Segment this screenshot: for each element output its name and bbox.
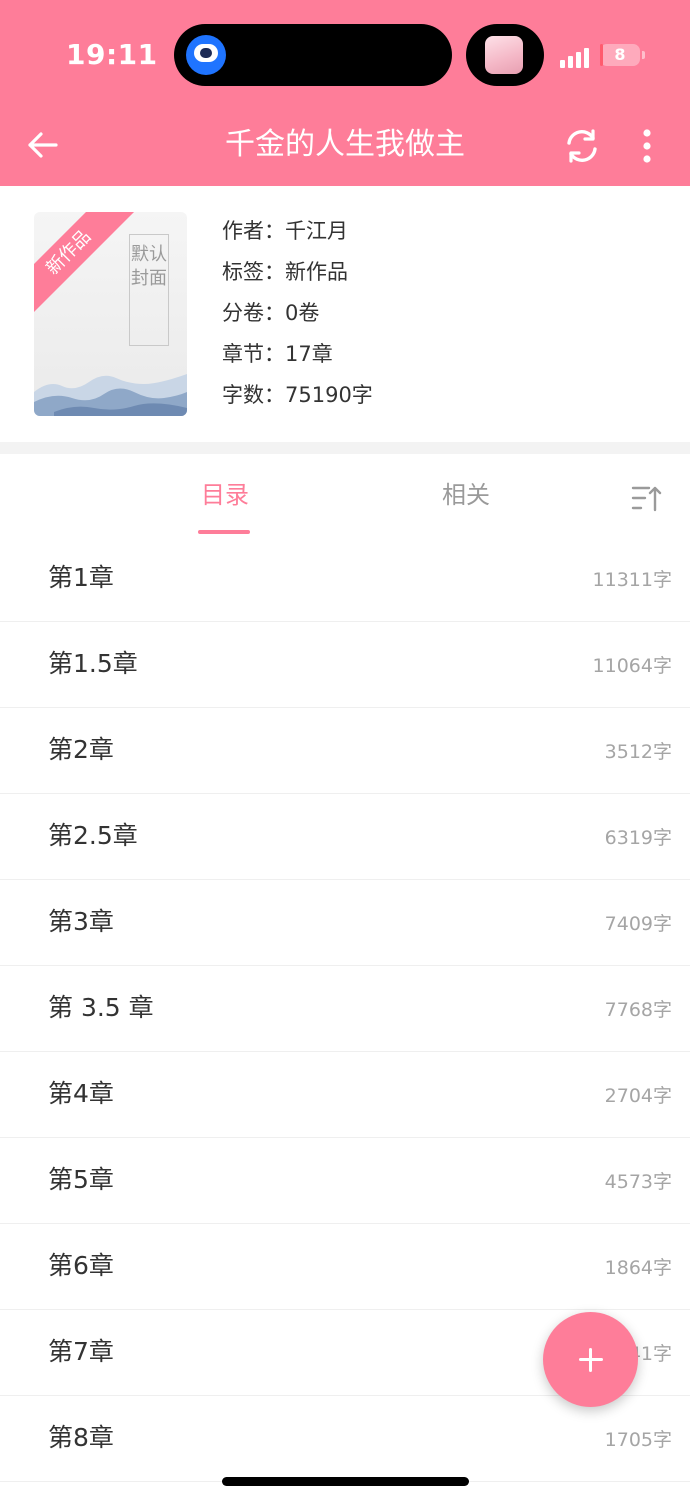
status-time: 19:11	[66, 38, 158, 71]
book-cover[interactable]: 新作品 默认封面	[34, 212, 187, 416]
cover-placeholder-text: 默认封面	[129, 234, 169, 346]
sort-icon	[631, 486, 662, 512]
chapter-title: 第4章	[48, 1079, 114, 1108]
chapter-title: 第3章	[48, 907, 114, 936]
back-arrow-icon	[28, 132, 58, 158]
chapter-row[interactable]: 第5章 4573字	[0, 1138, 690, 1224]
chapter-word-count: 1864字	[604, 1257, 672, 1279]
mountain-illustration	[34, 374, 187, 416]
chapter-word-count: 2704字	[604, 1085, 672, 1107]
chapter-row[interactable]: 第1章 11311字	[0, 536, 690, 622]
book-author: 作者：千江月	[222, 219, 348, 243]
chapter-title: 第7章	[48, 1337, 114, 1366]
chapter-row[interactable]: 第6章 1864字	[0, 1224, 690, 1310]
book-volumes: 分卷：0卷	[222, 301, 320, 325]
chapter-word-count: 4573字	[604, 1171, 672, 1193]
chapter-word-count: 11064字	[592, 655, 672, 677]
dynamic-island-activity[interactable]	[466, 24, 544, 86]
chapter-title: 第5章	[48, 1165, 114, 1194]
tab-related[interactable]: 相关	[411, 478, 521, 512]
chapter-title: 第 3.5 章	[48, 993, 154, 1022]
more-vertical-icon	[643, 129, 651, 163]
more-button[interactable]	[630, 124, 664, 168]
chapter-title: 第2.5章	[48, 821, 138, 850]
signal-icon	[560, 46, 594, 68]
chapter-title: 第1.5章	[48, 649, 138, 678]
section-divider	[0, 442, 690, 454]
app-thumbnail-icon	[485, 36, 523, 74]
refresh-button[interactable]	[560, 124, 604, 168]
tab-bar: 目录 相关	[0, 454, 690, 537]
tab-catalog[interactable]: 目录	[170, 478, 280, 512]
chapter-word-count: 3512字	[604, 741, 672, 763]
dynamic-island[interactable]	[174, 24, 452, 86]
chapter-row[interactable]: 第4章 2704字	[0, 1052, 690, 1138]
book-info-section: 新作品 默认封面 作者：千江月 标签：新作品 分卷：0卷 章节：17章 字数：7…	[0, 186, 690, 442]
chapter-row[interactable]: 第3章 7409字	[0, 880, 690, 966]
tab-active-indicator	[198, 530, 250, 534]
chapter-row[interactable]: 第2.5章 6319字	[0, 794, 690, 880]
add-chapter-button[interactable]	[543, 1312, 638, 1407]
refresh-icon	[567, 129, 597, 163]
chapter-title: 第2章	[48, 735, 114, 764]
app-assistant-icon[interactable]	[186, 35, 226, 75]
home-indicator[interactable]	[222, 1477, 469, 1486]
battery-level: 8	[614, 45, 626, 64]
chapter-row[interactable]: 第2章 3512字	[0, 708, 690, 794]
battery-tip	[642, 51, 645, 59]
chapter-row[interactable]: 第8章 1705字	[0, 1396, 690, 1482]
chapter-word-count: 11311字	[592, 569, 672, 591]
app-header: 19:11 8 千金的人生我做主	[0, 0, 690, 186]
back-button[interactable]	[22, 124, 64, 166]
chapter-row[interactable]: 第1.5章 11064字	[0, 622, 690, 708]
book-chapters: 章节：17章	[222, 342, 333, 366]
chapter-title: 第1章	[48, 563, 114, 592]
chapter-word-count: 1705字	[604, 1429, 672, 1451]
sort-button[interactable]	[628, 484, 664, 514]
chapter-word-count: 7409字	[604, 913, 672, 935]
book-word-count: 字数：75190字	[222, 383, 373, 407]
book-tags: 标签：新作品	[222, 260, 348, 284]
chapter-row[interactable]: 第 3.5 章 7768字	[0, 966, 690, 1052]
battery-icon: 8	[600, 44, 640, 66]
chapter-word-count: 7768字	[604, 999, 672, 1021]
cover-badge: 新作品	[34, 212, 135, 319]
chapter-word-count: 6319字	[604, 827, 672, 849]
chapter-title: 第6章	[48, 1251, 114, 1280]
page-title: 千金的人生我做主	[225, 127, 465, 162]
chapter-title: 第8章	[48, 1423, 114, 1452]
